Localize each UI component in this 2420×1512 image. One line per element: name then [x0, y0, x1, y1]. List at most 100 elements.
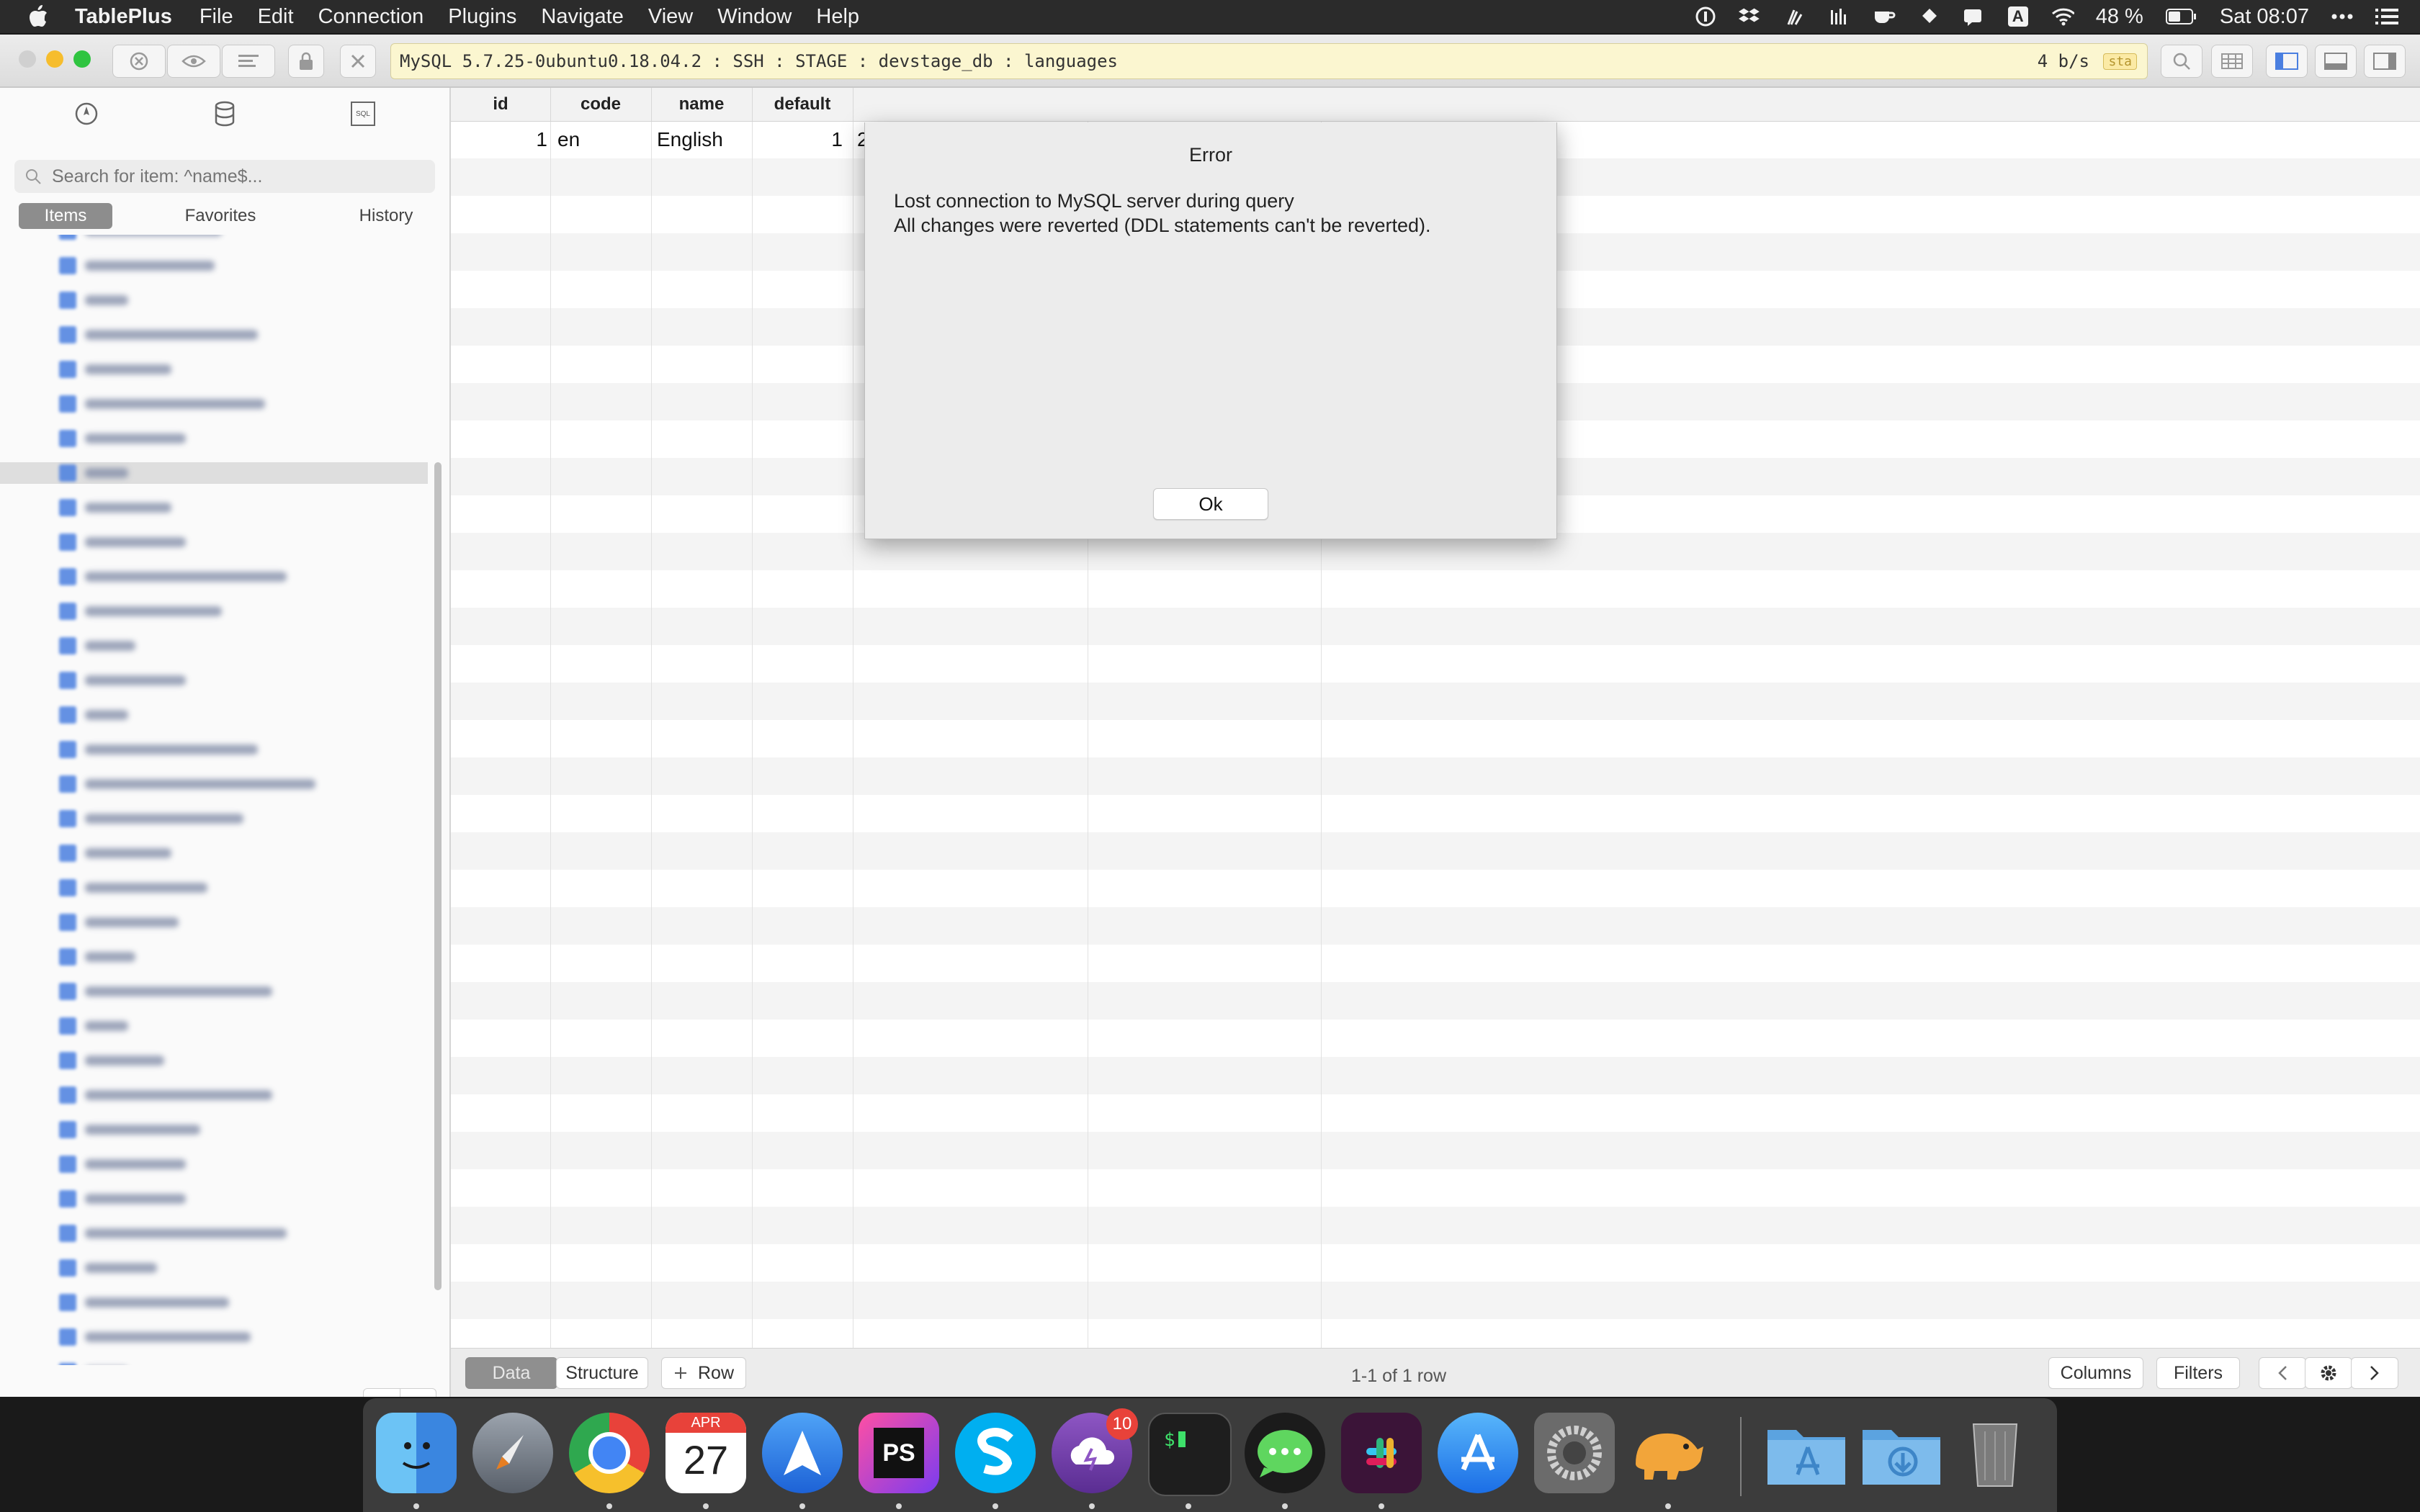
tableplus-dock-icon[interactable] — [1628, 1413, 1708, 1493]
column-header-name[interactable]: name — [651, 88, 753, 121]
finder-icon[interactable] — [376, 1413, 457, 1493]
table-list-item[interactable] — [59, 1361, 128, 1365]
wifi-icon[interactable] — [2051, 5, 2074, 28]
menu-connection[interactable]: Connection — [318, 5, 424, 29]
cancel-query-button[interactable] — [112, 45, 166, 78]
table-row[interactable] — [451, 907, 2420, 945]
table-list-item[interactable] — [59, 1326, 251, 1348]
more-dots-icon[interactable] — [2331, 5, 2354, 28]
table-list-item[interactable] — [59, 1223, 287, 1244]
table-list-item[interactable] — [59, 635, 135, 657]
menu-file[interactable]: File — [200, 5, 233, 29]
apple-icon[interactable] — [27, 4, 53, 29]
column-header-id[interactable]: id — [451, 88, 551, 121]
menu-edit[interactable]: Edit — [258, 5, 294, 29]
columns-button[interactable]: Columns — [2048, 1357, 2143, 1389]
search-toolbar-button[interactable] — [2161, 45, 2202, 78]
menu-plugins[interactable]: Plugins — [448, 5, 516, 29]
next-page-button[interactable] — [2351, 1357, 2398, 1389]
filters-button[interactable]: Filters — [2156, 1357, 2240, 1389]
connection-address-bar[interactable]: MySQL 5.7.25-0ubuntu0.18.04.2 : SSH : ST… — [390, 43, 2148, 79]
table-row[interactable] — [451, 1244, 2420, 1282]
table-list-item[interactable] — [59, 497, 171, 518]
menu-window[interactable]: Window — [717, 5, 792, 29]
table-row[interactable] — [451, 870, 2420, 907]
structure-tab[interactable]: Structure — [556, 1357, 648, 1389]
zoom-window-button[interactable] — [73, 50, 91, 68]
table-row[interactable] — [451, 720, 2420, 757]
settings-button[interactable] — [2305, 1357, 2352, 1389]
table-list-item[interactable] — [59, 600, 222, 622]
table-row[interactable] — [451, 570, 2420, 608]
ok-button[interactable]: Ok — [1153, 488, 1268, 520]
notification-center-icon[interactable] — [2375, 5, 2398, 28]
table-list-item[interactable] — [59, 912, 179, 933]
gesture-icon[interactable] — [1783, 5, 1806, 28]
cell-name[interactable]: English — [657, 121, 750, 158]
slack-icon[interactable] — [1341, 1413, 1422, 1493]
table-list-item[interactable] — [59, 393, 265, 415]
table-list-item[interactable] — [59, 359, 171, 380]
table-row[interactable] — [451, 795, 2420, 832]
table-list-item[interactable] — [59, 566, 287, 588]
table-row[interactable] — [451, 1094, 2420, 1132]
downloads-folder-icon[interactable] — [1860, 1413, 1940, 1493]
table-row[interactable] — [451, 757, 2420, 795]
table-row[interactable] — [451, 945, 2420, 982]
minimize-window-button[interactable] — [46, 50, 63, 68]
segment-favorites[interactable]: Favorites — [163, 203, 278, 229]
table-row[interactable] — [451, 645, 2420, 683]
table-list-item[interactable] — [59, 1119, 200, 1140]
trash-icon[interactable] — [1955, 1413, 2035, 1493]
column-header-default[interactable]: default — [752, 88, 853, 121]
table-list-item[interactable] — [59, 1188, 186, 1210]
table-list-item[interactable] — [59, 289, 128, 311]
close-window-button[interactable] — [19, 50, 36, 68]
preview-button[interactable] — [167, 45, 220, 78]
table-row[interactable] — [451, 1057, 2420, 1094]
add-menu-button[interactable] — [399, 1389, 436, 1397]
table-list-item[interactable] — [59, 1015, 128, 1037]
table-list-item[interactable] — [59, 808, 243, 829]
table-list-item[interactable] — [59, 739, 258, 760]
table-row[interactable] — [451, 1282, 2420, 1319]
terminal-icon[interactable]: $ — [1148, 1413, 1232, 1496]
add-row-button[interactable]: Row — [661, 1357, 746, 1389]
cell-default[interactable]: 1 — [752, 121, 843, 158]
applications-folder-icon[interactable] — [1765, 1413, 1845, 1493]
toggle-sidebar-button[interactable] — [2266, 45, 2308, 78]
phpstorm-icon[interactable]: PS — [859, 1413, 939, 1493]
spark-mail-icon[interactable] — [762, 1413, 843, 1493]
table-row[interactable] — [451, 1207, 2420, 1244]
notification-icon[interactable] — [1962, 5, 1985, 28]
launchpad-icon[interactable] — [472, 1413, 553, 1493]
toggle-console-button[interactable] — [2315, 45, 2357, 78]
paint-bucket-icon[interactable] — [1917, 5, 1940, 28]
segment-items[interactable]: Items — [19, 203, 112, 229]
console-log-button[interactable] — [222, 45, 275, 78]
system-preferences-icon[interactable] — [1534, 1413, 1615, 1493]
table-list-item[interactable] — [59, 255, 215, 276]
table-list-item[interactable] — [59, 670, 186, 691]
menu-help[interactable]: Help — [816, 5, 859, 29]
chrome-icon[interactable] — [569, 1413, 650, 1493]
clock[interactable]: Sat 08:07 — [2220, 5, 2309, 29]
table-list-item[interactable] — [59, 842, 171, 864]
table-list-item[interactable] — [59, 324, 258, 346]
grid-view-button[interactable] — [2211, 45, 2253, 78]
items-mode-icon[interactable] — [72, 99, 101, 128]
sidebar-search[interactable] — [14, 160, 435, 193]
data-tab[interactable]: Data — [465, 1357, 557, 1389]
table-list-item[interactable] — [59, 981, 272, 1002]
table-list-item[interactable] — [59, 531, 186, 553]
input-source-icon[interactable]: A — [2007, 5, 2030, 28]
column-header-code[interactable]: code — [550, 88, 652, 121]
app-store-icon[interactable] — [1438, 1413, 1518, 1493]
app-name-menu[interactable]: TablePlus — [75, 5, 172, 29]
table-list-item[interactable] — [59, 773, 315, 795]
cell-code[interactable]: en — [557, 121, 651, 158]
database-icon[interactable] — [210, 99, 239, 128]
table-row[interactable] — [451, 832, 2420, 870]
toggle-right-panel-button[interactable] — [2364, 45, 2406, 78]
table-list-item[interactable] — [59, 1292, 229, 1313]
